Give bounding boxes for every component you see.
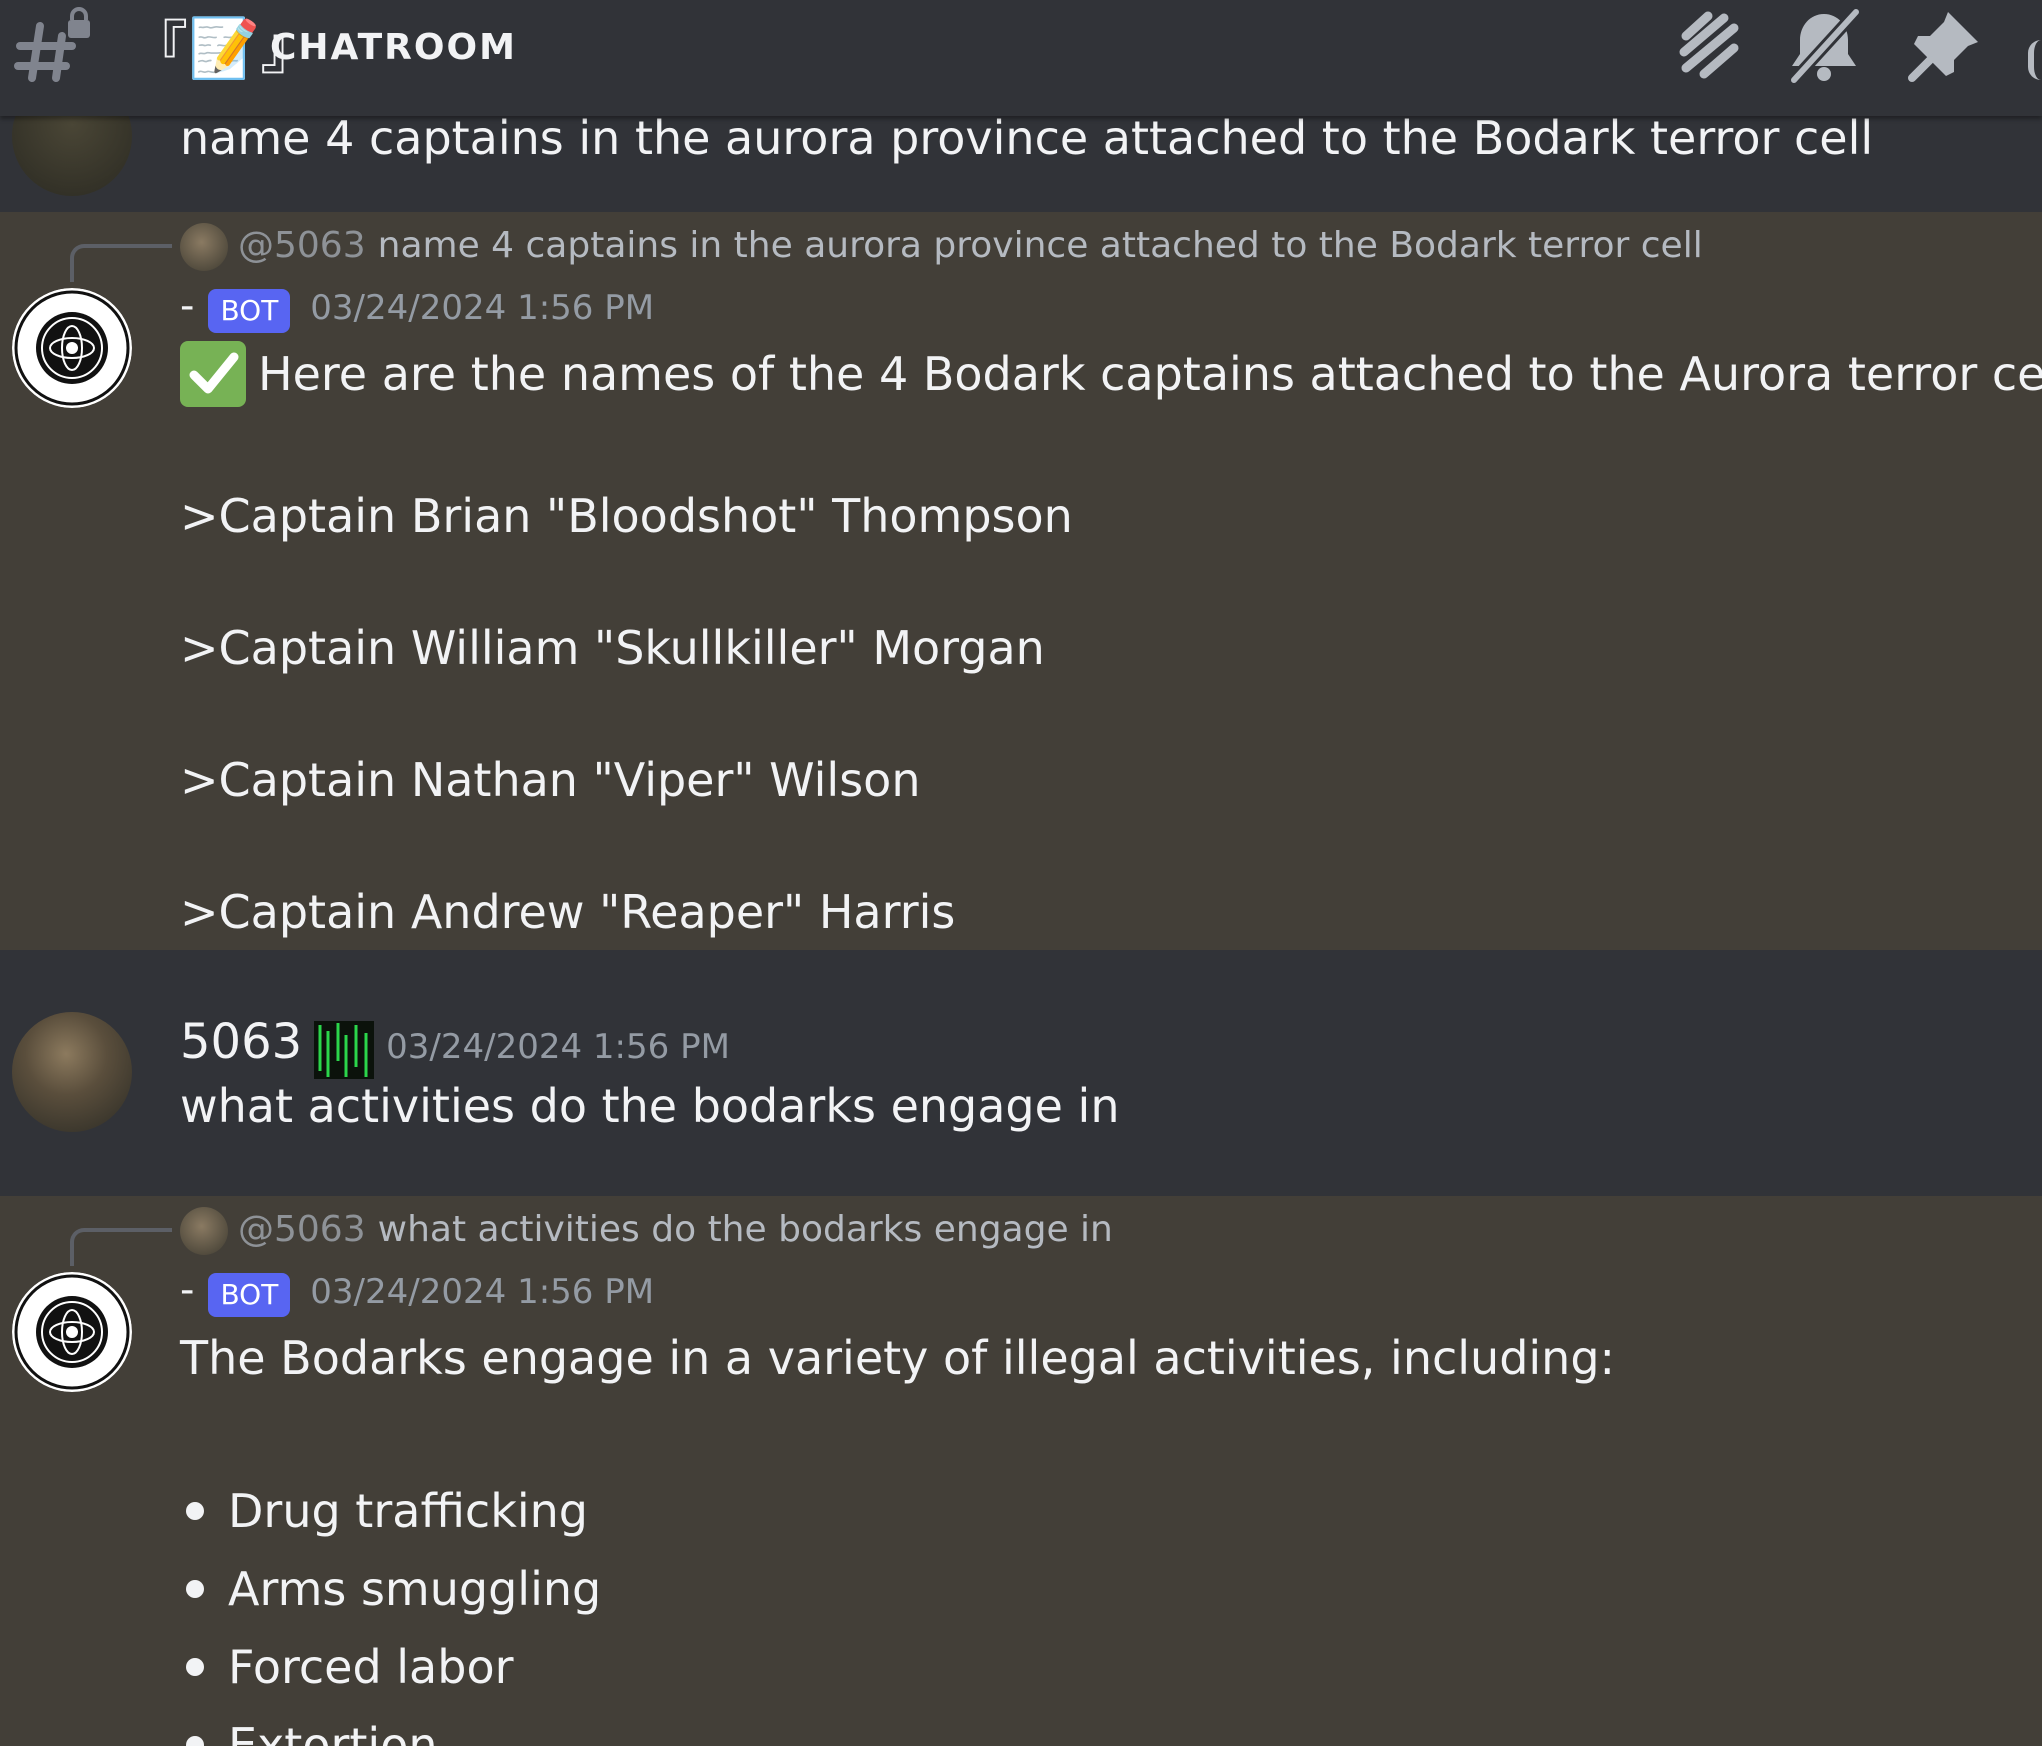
check-mark-icon [180, 340, 246, 407]
captain-line: >Captain Nathan "Viper" Wilson [180, 753, 921, 807]
captain-line: >Captain Brian "Bloodshot" Thompson [180, 489, 1073, 543]
list-item: Drug trafficking [228, 1484, 588, 1538]
avatar[interactable] [12, 116, 132, 196]
bell-muted-icon[interactable] [1784, 6, 1864, 86]
bot-tag: BOT [208, 288, 291, 333]
bot-username[interactable]: - [180, 1267, 194, 1313]
bot-tag: BOT [208, 1272, 291, 1317]
reply-preview[interactable]: @5063 what activities do the bodarks enga… [180, 1204, 1113, 1256]
threads-icon[interactable] [1664, 6, 1744, 86]
timestamp[interactable]: 03/24/2024 1:56 PM [386, 1027, 730, 1067]
message-header: - BOT 03/24/2024 1:56 PM [180, 278, 654, 342]
bullet-dot [186, 1580, 204, 1598]
matrix-badge-icon [314, 1020, 375, 1079]
message-text: name 4 captains in the aurora province a… [180, 116, 1874, 165]
reply-connector [70, 244, 172, 282]
message-header: - BOT 03/24/2024 1:56 PM [180, 1262, 654, 1326]
search-icon-partial[interactable] [2028, 40, 2042, 80]
user-message: 5063 03/24/2024 1:56 PM what activities d… [0, 950, 2042, 1196]
hashtag-lock-icon [14, 7, 90, 82]
timestamp[interactable]: 03/24/2024 1:56 PM [310, 1272, 654, 1312]
message-line: Here are the names of the 4 Bodark capta… [180, 340, 2042, 411]
message-intro: The Bodarks engage in a variety of illeg… [180, 1331, 1616, 1385]
message-previous: name 4 captains in the aurora province a… [0, 116, 2042, 212]
bullet-dot [186, 1658, 204, 1676]
list-item: Forced labor [228, 1640, 514, 1694]
channel-header: 『📝』 CHATROOM [0, 0, 2042, 116]
reply-mention[interactable]: @5063 [238, 225, 366, 266]
list-item: Arms smuggling [228, 1562, 602, 1616]
reply-text: what activities do the bodarks engage in [377, 1209, 1113, 1250]
message-header: 5063 03/24/2024 1:56 PM [180, 1010, 730, 1085]
bot-message-captains: @5063 name 4 captains in the aurora provi… [0, 212, 2042, 950]
reply-text: name 4 captains in the aurora province a… [377, 225, 1703, 266]
bullet-dot [186, 1736, 204, 1746]
pin-icon[interactable] [1904, 6, 1984, 86]
reply-connector [70, 1228, 172, 1266]
reply-avatar [180, 1207, 228, 1255]
bullet-dot [186, 1502, 204, 1520]
bot-avatar-seal[interactable] [12, 1272, 132, 1392]
captain-line: >Captain Andrew "Reaper" Harris [180, 885, 956, 939]
bot-message-activities: @5063 what activities do the bodarks enga… [0, 1196, 2042, 1746]
message-intro: Here are the names of the 4 Bodark capta… [258, 347, 2042, 401]
bot-username[interactable]: - [180, 283, 194, 329]
timestamp[interactable]: 03/24/2024 1:56 PM [310, 288, 654, 328]
reply-avatar [180, 223, 228, 271]
list-item: Extortion [228, 1718, 438, 1746]
bot-avatar-seal[interactable] [12, 288, 132, 408]
reply-preview[interactable]: @5063 name 4 captains in the aurora provi… [180, 220, 1703, 272]
channel-name: CHATROOM [270, 27, 517, 68]
user-avatar[interactable] [12, 1012, 132, 1132]
reply-mention[interactable]: @5063 [238, 1209, 366, 1250]
username[interactable]: 5063 [180, 1014, 302, 1070]
message-text: what activities do the bodarks engage in [180, 1079, 1120, 1133]
captain-line: >Captain William "Skullkiller" Morgan [180, 621, 1045, 675]
